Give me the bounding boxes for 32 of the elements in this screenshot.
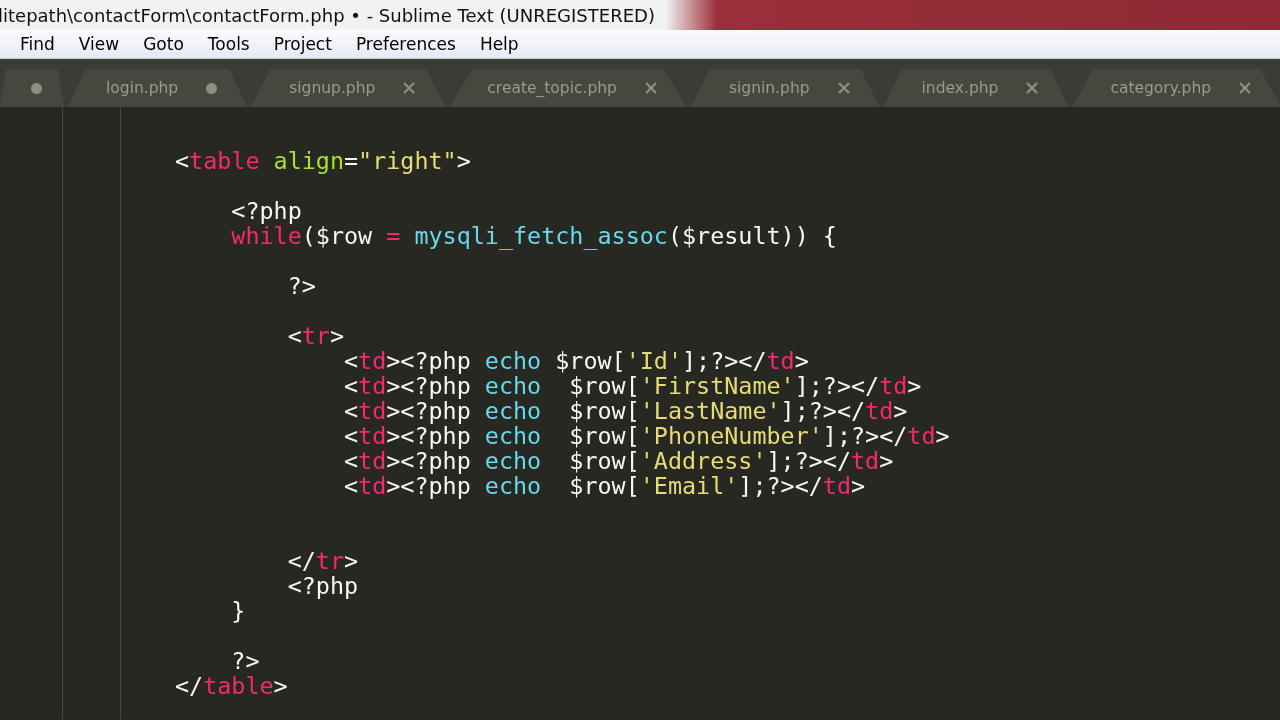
close-icon[interactable] [403, 82, 416, 94]
code-line: <td><?php echo $row['Id'];?></td> [342, 349, 809, 374]
menu-item[interactable]: Goto [131, 34, 196, 54]
menu-item[interactable]: Find [8, 34, 67, 54]
close-icon[interactable] [1239, 82, 1252, 94]
code-line: <td><?php echo $row['LastName'];?></td> [342, 399, 908, 424]
code-line: </table> [174, 674, 288, 699]
close-icon[interactable] [644, 82, 657, 94]
code-line: <table align="right"> [174, 149, 471, 174]
window-title: litepath\contactForm\contactForm.php • - Sublime Text (UNREGISTERED) [0, 4, 655, 26]
menu-item[interactable]: Project [261, 34, 344, 54]
code-line: <td><?php echo $row['PhoneNumber'];?></td> [342, 424, 950, 449]
menu-item[interactable]: View [66, 34, 132, 54]
code-line: </tr> [286, 549, 359, 574]
code-line: while($row = mysqli_fetch_assoc($result)) { [230, 224, 837, 249]
code-line: <td><?php echo $row['Email'];?></td> [342, 474, 866, 499]
code-line: <td><?php echo $row['FirstName'];?></td> [342, 374, 922, 399]
code-line: <?php [230, 199, 302, 224]
close-icon[interactable] [1026, 82, 1039, 94]
unsaved-dot-icon [206, 82, 218, 94]
menu-item[interactable]: Preferences [343, 34, 468, 54]
file-tab[interactable] [0, 69, 64, 107]
code-line: <tr> [286, 324, 344, 349]
unsaved-dot-icon [31, 82, 42, 94]
code-line: ?> [230, 649, 260, 674]
menu-item[interactable]: Help [467, 34, 531, 54]
close-icon[interactable] [837, 82, 850, 94]
code-line: } [230, 599, 246, 624]
menu-item[interactable]: Tools [195, 34, 262, 54]
code-line: <?php [286, 574, 359, 599]
code-line: <td><?php echo $row['Address'];?></td> [342, 449, 894, 474]
code-line: ?> [286, 274, 316, 299]
